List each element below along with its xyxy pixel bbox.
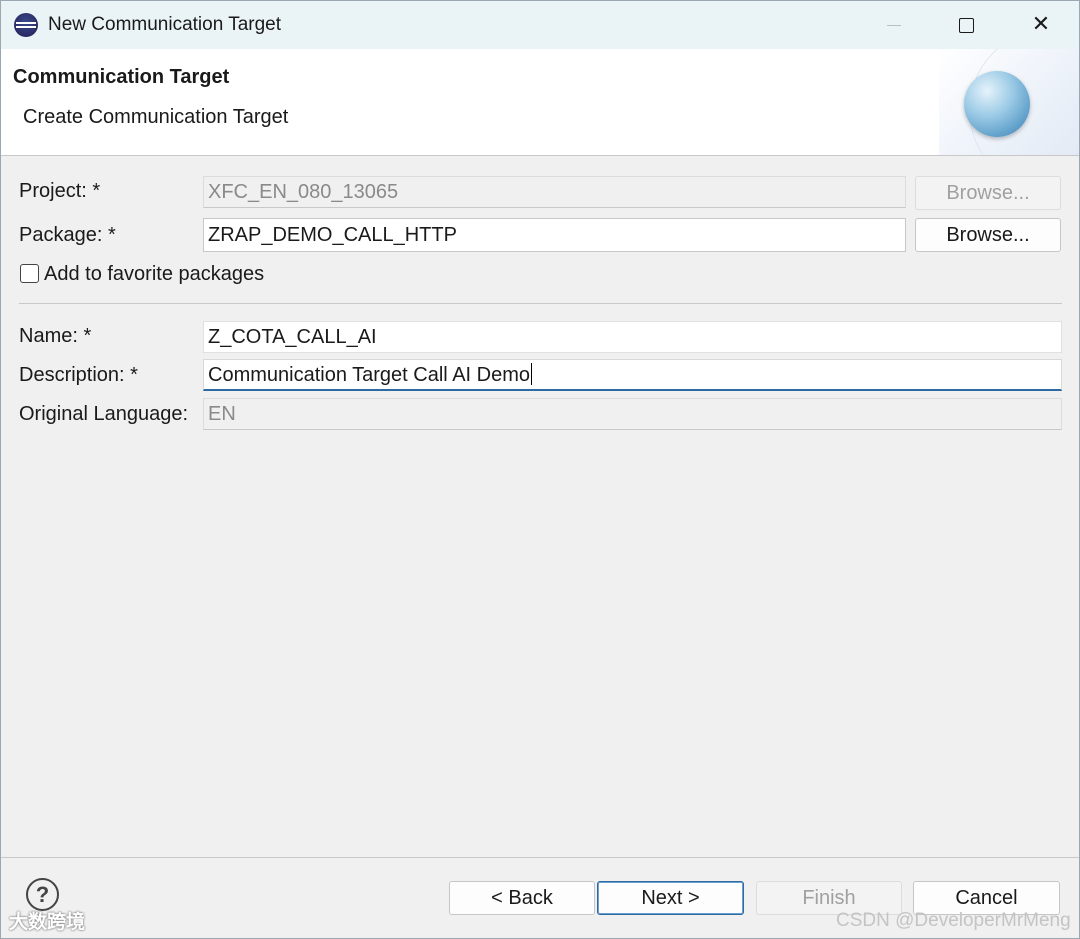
window-title: New Communication Target — [48, 14, 282, 35]
original-language-label: Original Language: — [19, 403, 189, 425]
package-field[interactable]: ZRAP_DEMO_CALL_HTTP — [203, 218, 906, 252]
back-button[interactable]: < Back — [449, 881, 595, 915]
text-caret — [531, 363, 532, 385]
package-label: Package: * — [19, 224, 116, 246]
original-language-field: EN — [203, 398, 1062, 430]
description-label: Description: * — [19, 364, 138, 386]
watermark-right: CSDN @DeveloperMrMeng — [836, 910, 1071, 931]
favorite-packages-checkbox[interactable] — [20, 264, 39, 283]
banner-title: Communication Target — [13, 66, 230, 88]
wizard-banner: Communication Target Create Communicatio… — [1, 49, 1079, 156]
title-bar[interactable]: New Communication Target ✕ — [1, 1, 1079, 49]
project-field: XFC_EN_080_13065 — [203, 176, 906, 208]
favorite-packages-label[interactable]: Add to favorite packages — [44, 263, 264, 286]
watermark-left: 大数跨境 — [9, 912, 86, 933]
wizard-globe-icon — [964, 71, 1030, 137]
package-browse-button[interactable]: Browse... — [915, 218, 1061, 252]
minimize-icon — [887, 24, 901, 26]
next-button[interactable]: Next > — [597, 881, 744, 915]
eclipse-icon — [14, 13, 38, 37]
description-field[interactable]: Communication Target Call AI Demo — [203, 359, 1062, 391]
section-separator — [19, 303, 1062, 304]
maximize-icon — [958, 17, 974, 33]
close-button[interactable]: ✕ — [1006, 1, 1076, 49]
name-label: Name: * — [19, 325, 92, 347]
description-value: Communication Target Call AI Demo — [208, 364, 530, 386]
banner-subtitle: Create Communication Target — [23, 106, 289, 128]
dialog-window: New Communication Target ✕ Communication… — [0, 0, 1080, 939]
name-field[interactable]: Z_COTA_CALL_AI — [203, 321, 1062, 353]
minimize-button[interactable] — [859, 1, 929, 49]
project-label: Project: * — [19, 180, 101, 202]
project-browse-button: Browse... — [915, 176, 1061, 210]
close-icon: ✕ — [1031, 12, 1051, 37]
maximize-button[interactable] — [931, 1, 1001, 49]
footer-separator — [1, 857, 1079, 858]
